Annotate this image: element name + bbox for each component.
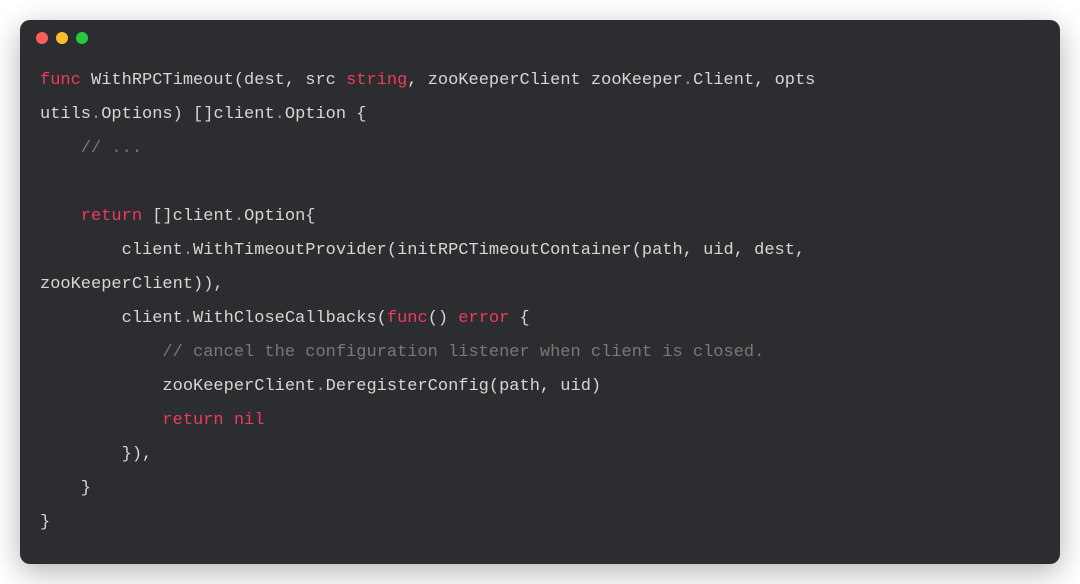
- dot-sep: .: [91, 105, 101, 124]
- keyword-func: func: [40, 71, 81, 90]
- maximize-icon[interactable]: [76, 32, 88, 44]
- code-text: Options: [101, 105, 172, 124]
- keyword-return: return: [40, 207, 142, 226]
- code-text: Option{: [244, 207, 315, 226]
- params: dest, src: [244, 71, 346, 90]
- paren: (: [234, 71, 244, 90]
- function-name: WithRPCTimeout: [81, 71, 234, 90]
- code-window: func WithRPCTimeout(dest, src string, zo…: [20, 20, 1060, 564]
- code-text: zooKeeperClient)),: [40, 275, 224, 294]
- code-text: client: [40, 241, 183, 260]
- dot-sep: .: [234, 207, 244, 226]
- close-icon[interactable]: [36, 32, 48, 44]
- code-block: func WithRPCTimeout(dest, src string, zo…: [20, 56, 1060, 564]
- code-text: utils: [40, 105, 91, 124]
- keyword-return: return: [40, 411, 224, 430]
- params: , zooKeeperClient zooKeeper: [407, 71, 682, 90]
- code-text: WithTimeoutProvider(initRPCTimeoutContai…: [193, 241, 805, 260]
- code-text: (): [428, 309, 459, 328]
- dot-sep: .: [683, 71, 693, 90]
- dot-sep: .: [275, 105, 285, 124]
- type: Client: [693, 71, 754, 90]
- code-text: client: [40, 309, 183, 328]
- params: , opts: [754, 71, 815, 90]
- space: [224, 411, 234, 430]
- code-text: zooKeeperClient: [40, 377, 315, 396]
- code-text: }),: [40, 445, 152, 464]
- code-text: WithCloseCallbacks(: [193, 309, 387, 328]
- comment-line: // cancel the configuration listener whe…: [40, 343, 764, 362]
- code-text: ) []client: [173, 105, 275, 124]
- dot-sep: .: [315, 377, 325, 396]
- window-titlebar: [20, 20, 1060, 56]
- type-string: string: [346, 71, 407, 90]
- code-text: Option {: [285, 105, 367, 124]
- minimize-icon[interactable]: [56, 32, 68, 44]
- dot-sep: .: [183, 309, 193, 328]
- dot-sep: .: [183, 241, 193, 260]
- type-error: error: [458, 309, 509, 328]
- code-text: {: [509, 309, 529, 328]
- keyword-func: func: [387, 309, 428, 328]
- code-text: []client: [142, 207, 234, 226]
- comment-line: // ...: [40, 139, 142, 158]
- keyword-nil: nil: [234, 411, 265, 430]
- code-text: }: [40, 479, 91, 498]
- code-text: }: [40, 513, 50, 532]
- code-text: DeregisterConfig(path, uid): [326, 377, 601, 396]
